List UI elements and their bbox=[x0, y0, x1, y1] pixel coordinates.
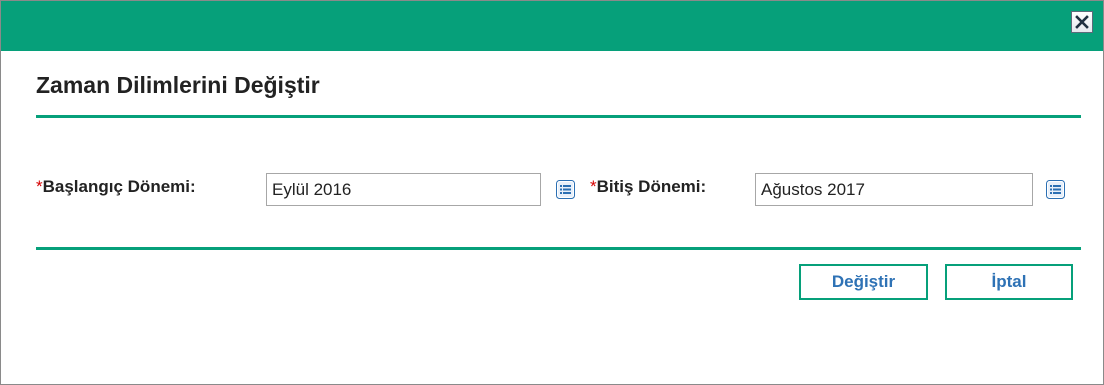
actions-divider bbox=[36, 247, 1081, 250]
close-icon bbox=[1075, 15, 1089, 29]
required-marker: * bbox=[590, 177, 597, 196]
required-marker: * bbox=[36, 177, 43, 196]
start-period-label: *Başlangıç Dönemi: bbox=[36, 177, 196, 197]
title-divider bbox=[36, 115, 1081, 118]
cancel-button[interactable]: İptal bbox=[945, 264, 1073, 300]
end-period-label-text: Bitiş Dönemi: bbox=[596, 177, 707, 196]
start-period-input[interactable] bbox=[266, 173, 541, 206]
dialog-titlebar bbox=[1, 1, 1103, 51]
change-periods-dialog: Zaman Dilimlerini Değiştir *Başlangıç Dö… bbox=[0, 0, 1104, 385]
start-period-label-text: Başlangıç Dönemi: bbox=[42, 177, 196, 196]
end-period-input[interactable] bbox=[755, 173, 1033, 206]
close-button[interactable] bbox=[1071, 11, 1093, 33]
dialog-title: Zaman Dilimlerini Değiştir bbox=[36, 72, 320, 98]
end-period-label: *Bitiş Dönemi: bbox=[590, 177, 706, 197]
apply-button[interactable]: Değiştir bbox=[799, 264, 928, 300]
end-period-picker-icon[interactable] bbox=[1046, 180, 1065, 199]
start-period-picker-icon[interactable] bbox=[556, 180, 575, 199]
